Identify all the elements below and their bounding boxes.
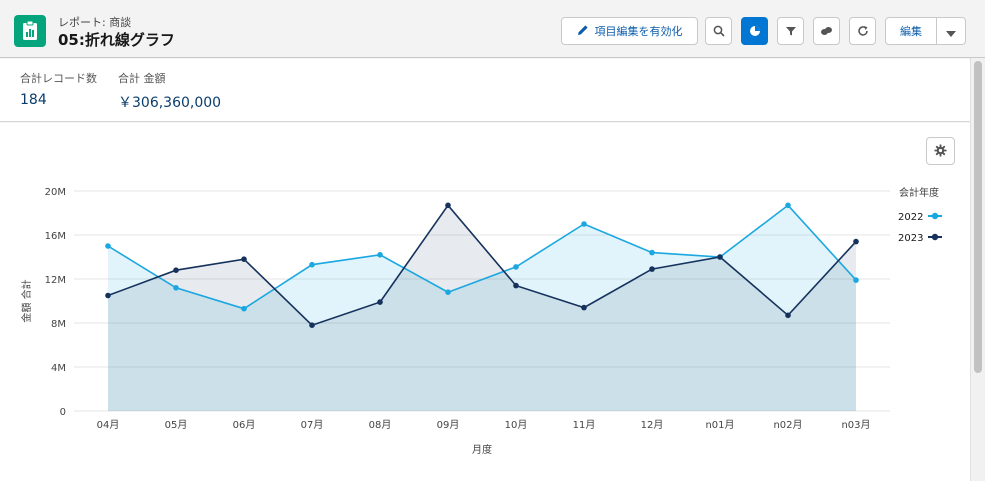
- search-icon: [713, 22, 725, 41]
- x-tick-label: n02月: [773, 419, 802, 431]
- data-point-2023: [309, 322, 315, 328]
- y-tick-label: 0: [60, 407, 66, 418]
- data-point-2023: [717, 254, 723, 260]
- data-point-2022: [309, 261, 315, 268]
- legend-label-2022: 2022: [898, 212, 923, 223]
- scrollbar-thumb[interactable]: [974, 61, 982, 373]
- x-tick-label: n03月: [841, 419, 870, 431]
- y-tick-label: 12M: [45, 275, 66, 286]
- subscribe-button[interactable]: [813, 17, 840, 45]
- chart-toggle-button[interactable]: [741, 17, 768, 45]
- x-tick-label: 07月: [301, 419, 324, 431]
- legend-swatch-marker: [931, 233, 939, 241]
- y-tick-label: 20M: [45, 187, 66, 198]
- record-count-value: 184: [20, 92, 47, 108]
- data-point-2023: [649, 266, 655, 272]
- data-point-2022: [785, 202, 791, 209]
- data-point-2023: [377, 299, 383, 305]
- x-tick-label: 04月: [97, 419, 120, 431]
- data-point-2023: [785, 312, 791, 319]
- more-actions-button[interactable]: [936, 17, 966, 45]
- page-scrollbar[interactable]: [970, 58, 985, 481]
- data-point-2023: [241, 256, 247, 262]
- data-point-2022: [649, 249, 655, 256]
- data-point-2023: [581, 304, 587, 311]
- data-point-2022: [173, 285, 179, 291]
- search-button[interactable]: [705, 17, 732, 45]
- x-axis-title: 月度: [472, 443, 492, 456]
- edit-button[interactable]: 編集: [885, 17, 937, 45]
- x-tick-label: n01月: [705, 419, 734, 431]
- data-point-2022: [241, 305, 247, 312]
- data-point-2022: [105, 243, 111, 249]
- y-tick-label: 8M: [51, 319, 66, 330]
- data-point-2022: [513, 264, 519, 270]
- link-icon: [820, 22, 833, 41]
- enable-field-edit-button[interactable]: 項目編集を有効化: [561, 17, 698, 45]
- x-tick-label: 06月: [233, 419, 256, 431]
- data-point-2023: [513, 282, 519, 289]
- pie-chart-icon: [749, 22, 761, 41]
- y-axis-title: 金額 合計: [20, 279, 33, 322]
- x-tick-label: 12月: [641, 419, 664, 431]
- data-point-2022: [853, 277, 859, 283]
- data-point-2023: [173, 267, 179, 273]
- enable-field-edit-label: 項目編集を有効化: [594, 25, 683, 38]
- legend-swatch-marker: [931, 212, 939, 220]
- pencil-icon: [577, 24, 589, 39]
- data-point-2022: [377, 252, 383, 258]
- legend-label-2023: 2023: [898, 233, 923, 244]
- amount-total-label: 合計 金額: [118, 72, 166, 85]
- x-tick-label: 11月: [573, 419, 596, 431]
- report-summary: 合計レコード数 184 合計 金額 ￥306,360,000: [0, 59, 970, 122]
- data-point-2022: [445, 289, 451, 295]
- x-tick-label: 10月: [505, 419, 528, 431]
- report-header: レポート: 商談 05:折れ線グラフ 項目編集を有効化 編集: [0, 0, 985, 58]
- report-type-label: レポート: 商談: [58, 16, 132, 29]
- filter-button[interactable]: [777, 17, 804, 45]
- amount-total-value: ￥306,360,000: [118, 95, 222, 111]
- legend-title: 会計年度: [899, 186, 939, 199]
- chevron-down-icon: [946, 22, 956, 41]
- x-tick-label: 05月: [165, 419, 188, 431]
- x-tick-label: 09月: [437, 419, 460, 431]
- x-tick-label: 08月: [369, 419, 392, 431]
- y-tick-label: 4M: [51, 363, 66, 374]
- filter-icon: [785, 22, 797, 41]
- data-point-2023: [105, 292, 111, 299]
- record-count-label: 合計レコード数: [20, 72, 97, 85]
- data-point-2023: [853, 238, 859, 245]
- report-app-icon: [14, 15, 46, 47]
- area-series-2023: [108, 205, 856, 411]
- page-title: 05:折れ線グラフ: [58, 31, 175, 49]
- line-chart: 0 4M 8M 12M 16M 20M 04月 05月 06月 07月 08月 09月 10月 11月 12…: [20, 186, 942, 456]
- data-point-2022: [581, 221, 587, 227]
- data-point-2023: [445, 202, 451, 209]
- y-tick-label: 16M: [45, 231, 66, 242]
- refresh-icon: [857, 22, 869, 41]
- refresh-button[interactable]: [849, 17, 876, 45]
